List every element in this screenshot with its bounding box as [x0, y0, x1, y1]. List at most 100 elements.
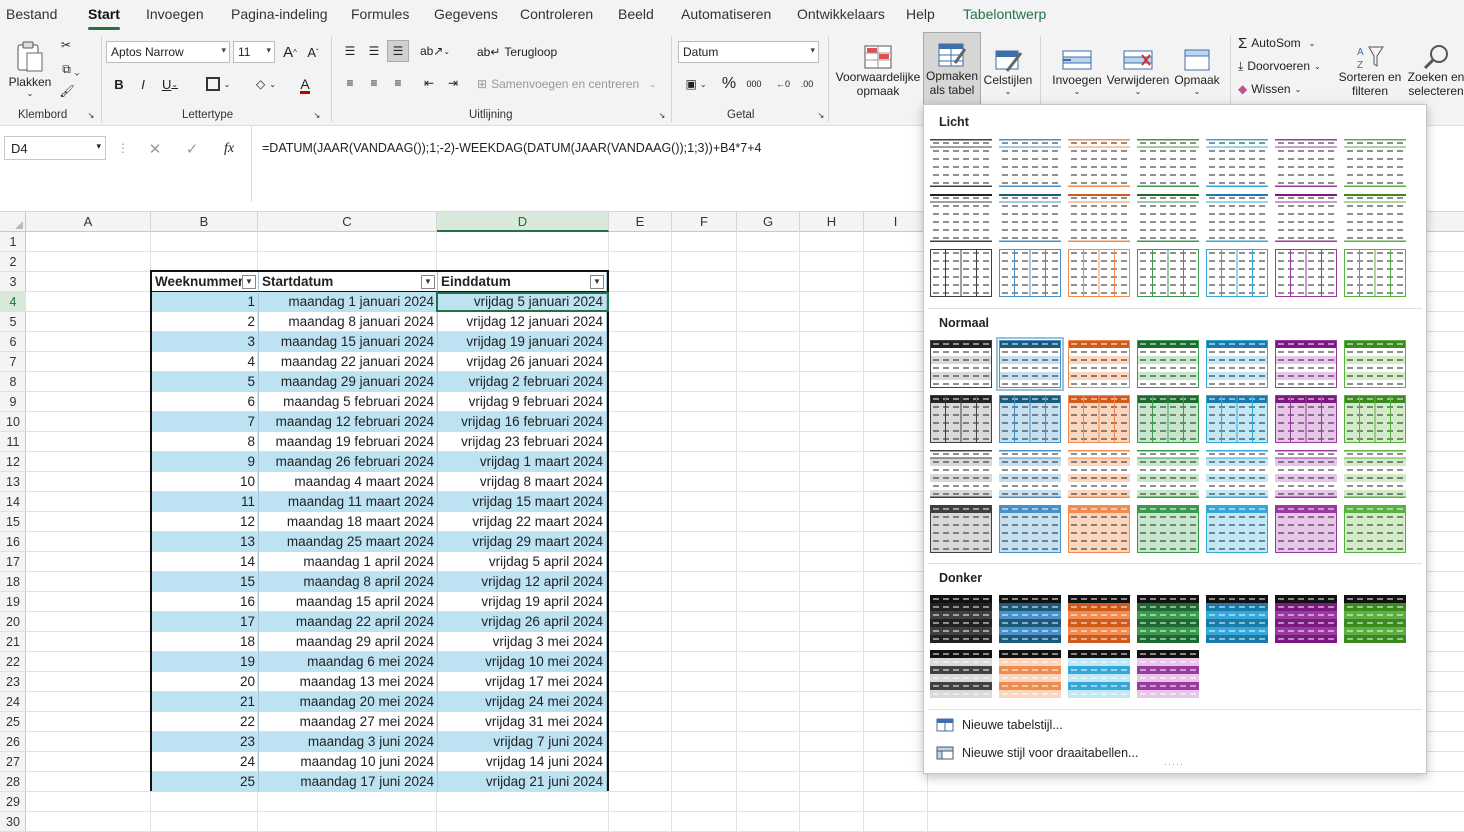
row-header-27[interactable]: 27: [0, 752, 26, 772]
table-style-swatch-light[interactable]: [1068, 194, 1130, 242]
align-middle-button[interactable]: ☰: [365, 42, 383, 60]
table-style-swatch-light[interactable]: [1068, 249, 1130, 297]
fill-button[interactable]: ⤓ Doorvoeren ⌄: [1238, 57, 1334, 75]
wrap-text-button[interactable]: ab↵ Terugloop: [477, 42, 557, 62]
end-date-cell[interactable]: vrijdag 19 januari 2024: [438, 332, 607, 352]
font-color-button[interactable]: A: [288, 74, 322, 96]
table-style-swatch-light[interactable]: [999, 194, 1061, 242]
table-style-swatch-light[interactable]: [1275, 194, 1337, 242]
end-date-cell[interactable]: vrijdag 5 april 2024: [438, 552, 607, 572]
table-style-swatch-medium[interactable]: [1344, 340, 1406, 388]
table-style-swatch-medium[interactable]: [930, 450, 992, 498]
row-header-17[interactable]: 17: [0, 552, 26, 572]
week-number-cell[interactable]: 23: [152, 732, 259, 752]
number-format-select[interactable]: Datum ▾: [678, 41, 819, 63]
end-date-cell[interactable]: vrijdag 22 maart 2024: [438, 512, 607, 532]
tab-start[interactable]: Start: [88, 6, 120, 30]
tab-ontwikkelaars[interactable]: Ontwikkelaars: [797, 6, 885, 22]
column-header-a[interactable]: A: [26, 212, 151, 232]
start-date-cell[interactable]: maandag 15 januari 2024: [259, 332, 438, 352]
table-style-swatch-dark[interactable]: [1137, 650, 1199, 698]
row-header-15[interactable]: 15: [0, 512, 26, 532]
table-style-swatch-light[interactable]: [930, 194, 992, 242]
week-number-cell[interactable]: 16: [152, 592, 259, 612]
week-number-cell[interactable]: 25: [152, 772, 259, 792]
row-header-7[interactable]: 7: [0, 352, 26, 372]
thousands-button[interactable]: 000: [744, 74, 764, 94]
week-number-cell[interactable]: 15: [152, 572, 259, 592]
table-style-swatch-medium[interactable]: [1206, 505, 1268, 553]
decrease-font-button[interactable]: Aˇ: [304, 42, 322, 62]
table-style-swatch-medium[interactable]: [1206, 450, 1268, 498]
italic-button[interactable]: I: [135, 74, 151, 94]
start-date-cell[interactable]: maandag 12 februari 2024: [259, 412, 438, 432]
table-style-swatch-dark[interactable]: [1137, 595, 1199, 643]
tab-beeld[interactable]: Beeld: [618, 6, 654, 22]
start-date-cell[interactable]: maandag 6 mei 2024: [259, 652, 438, 672]
row-header-26[interactable]: 26: [0, 732, 26, 752]
start-date-cell[interactable]: maandag 22 januari 2024: [259, 352, 438, 372]
column-header-e[interactable]: E: [609, 212, 672, 232]
copy-button[interactable]: ⧉ ⌄: [56, 60, 86, 78]
row-header-5[interactable]: 5: [0, 312, 26, 332]
font-name-select[interactable]: Aptos Narrow ▾: [106, 41, 230, 63]
fill-color-button[interactable]: ◇ ⌄: [251, 74, 281, 94]
start-date-cell[interactable]: maandag 13 mei 2024: [259, 672, 438, 692]
week-number-cell[interactable]: 1: [152, 292, 259, 312]
end-date-cell[interactable]: vrijdag 26 januari 2024: [438, 352, 607, 372]
font-size-select[interactable]: 11 ▾: [233, 41, 275, 63]
start-date-cell[interactable]: maandag 15 april 2024: [259, 592, 438, 612]
row-header-4[interactable]: 4: [0, 292, 26, 312]
format-painter-button[interactable]: 🖌: [58, 82, 76, 100]
orientation-button[interactable]: ab↗ ⌄: [420, 42, 450, 60]
table-style-swatch-medium[interactable]: [1344, 505, 1406, 553]
table-style-swatch-light[interactable]: [999, 139, 1061, 187]
end-date-cell[interactable]: vrijdag 16 februari 2024: [438, 412, 607, 432]
decrease-decimal-button[interactable]: .00: [797, 74, 817, 94]
cut-button[interactable]: ✂: [58, 36, 74, 54]
week-number-cell[interactable]: 5: [152, 372, 259, 392]
tab-bestand[interactable]: Bestand: [6, 6, 57, 22]
row-header-2[interactable]: 2: [0, 252, 26, 272]
new-table-style-item[interactable]: Nieuwe tabelstijl...: [936, 717, 1063, 733]
week-number-cell[interactable]: 9: [152, 452, 259, 472]
end-date-cell[interactable]: vrijdag 15 maart 2024: [438, 492, 607, 512]
format-cells-button[interactable]: Opmaak ⌄: [1172, 36, 1222, 106]
tab-help[interactable]: Help: [906, 6, 935, 22]
table-style-swatch-medium[interactable]: [999, 395, 1061, 443]
end-date-cell[interactable]: vrijdag 1 maart 2024: [438, 452, 607, 472]
table-style-swatch-medium[interactable]: [1068, 340, 1130, 388]
table-style-swatch-light[interactable]: [1275, 249, 1337, 297]
conditional-formatting-button[interactable]: Voorwaardelijke opmaak: [834, 36, 922, 106]
table-style-swatch-dark[interactable]: [1344, 595, 1406, 643]
end-date-cell[interactable]: vrijdag 19 april 2024: [438, 592, 607, 612]
end-date-cell[interactable]: vrijdag 23 februari 2024: [438, 432, 607, 452]
week-number-cell[interactable]: 13: [152, 532, 259, 552]
align-bottom-button[interactable]: ☰: [387, 40, 409, 62]
table-style-swatch-light[interactable]: [1137, 249, 1199, 297]
row-header-11[interactable]: 11: [0, 432, 26, 452]
dialog-launcher-icon[interactable]: ↘: [816, 110, 826, 120]
end-date-cell[interactable]: vrijdag 26 april 2024: [438, 612, 607, 632]
table-header-cell[interactable]: Einddatum ▼: [438, 272, 607, 292]
week-number-cell[interactable]: 8: [152, 432, 259, 452]
autosum-button[interactable]: Σ AutoSom ⌄: [1238, 34, 1330, 52]
row-header-1[interactable]: 1: [0, 232, 26, 252]
row-header-8[interactable]: 8: [0, 372, 26, 392]
name-box-resize-handle[interactable]: ⋮: [117, 138, 129, 158]
row-header-18[interactable]: 18: [0, 572, 26, 592]
filter-dropdown-icon[interactable]: ▼: [242, 275, 256, 289]
merge-center-button[interactable]: ⊞ Samenvoegen en centreren ⌄: [477, 74, 659, 94]
start-date-cell[interactable]: maandag 18 maart 2024: [259, 512, 438, 532]
cell-styles-button[interactable]: Celstijlen ⌄: [983, 36, 1033, 106]
week-number-cell[interactable]: 11: [152, 492, 259, 512]
week-number-cell[interactable]: 2: [152, 312, 259, 332]
delete-cells-button[interactable]: Verwijderen ⌄: [1106, 36, 1170, 106]
start-date-cell[interactable]: maandag 19 februari 2024: [259, 432, 438, 452]
column-header-i[interactable]: I: [864, 212, 928, 232]
week-number-cell[interactable]: 12: [152, 512, 259, 532]
align-top-button[interactable]: ☰: [341, 42, 359, 60]
start-date-cell[interactable]: maandag 8 april 2024: [259, 572, 438, 592]
table-style-swatch-dark[interactable]: [930, 650, 992, 698]
start-date-cell[interactable]: maandag 22 april 2024: [259, 612, 438, 632]
